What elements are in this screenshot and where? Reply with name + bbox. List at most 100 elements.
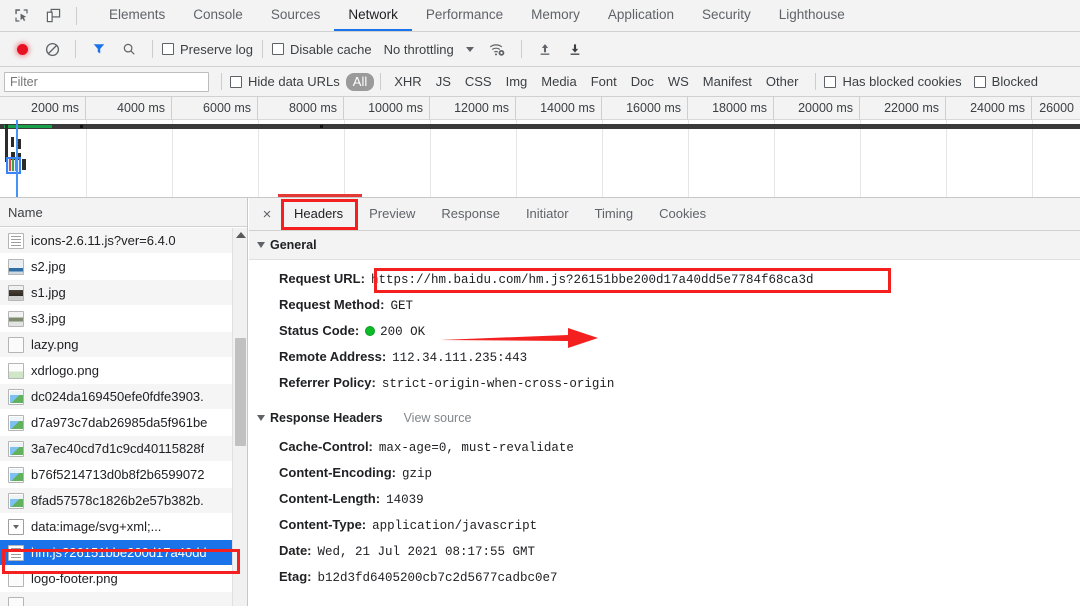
type-filter-other[interactable]: Other [759, 73, 806, 91]
search-button[interactable] [115, 36, 143, 62]
request-row[interactable]: d7a973c7dab26985da5f961be [0, 410, 247, 436]
request-row[interactable]: 3a7ec40cd7d1c9cd40115828f [0, 436, 247, 462]
inspect-element-icon[interactable] [8, 3, 34, 29]
type-filter-ws[interactable]: WS [661, 73, 696, 91]
requests-column-header[interactable]: Name [0, 198, 247, 227]
request-name: data:image/svg+xml;... [31, 519, 162, 534]
triangle-down-icon[interactable] [257, 415, 265, 421]
type-filter-img[interactable]: Img [499, 73, 535, 91]
entry-value: 200 OK [380, 324, 426, 339]
overview-playhead[interactable] [16, 120, 18, 197]
type-filter-all[interactable]: All [345, 72, 375, 91]
request-row[interactable]: dc024da169450efe0fdfe3903. [0, 384, 247, 410]
scrollbar-thumb[interactable] [235, 338, 246, 446]
request-row[interactable]: logo-footer.png [0, 566, 247, 592]
overview-marker [320, 125, 323, 128]
import-har-button[interactable] [531, 36, 559, 62]
timeline-tick: 24000 ms [946, 97, 1032, 120]
response-headers-section-header[interactable]: Response Headers View source [249, 404, 1080, 432]
request-row[interactable] [0, 592, 247, 606]
request-name: lazy.png [31, 337, 79, 352]
request-row-selected[interactable]: hm.js?26151bbe200d17a40dd [0, 540, 247, 566]
type-filter-css[interactable]: CSS [458, 73, 499, 91]
entry-value: gzip [401, 466, 432, 481]
filter-input[interactable] [4, 71, 209, 92]
scroll-up-icon[interactable] [236, 232, 246, 238]
close-icon[interactable]: × [253, 198, 281, 230]
preserve-log-checkbox[interactable]: Preserve log [162, 42, 253, 57]
tab-sources[interactable]: Sources [257, 0, 335, 31]
has-blocked-cookies-checkbox[interactable]: Has blocked cookies [824, 74, 962, 89]
entry-value: 112.34.111.235:443 [392, 350, 528, 365]
tab-preview[interactable]: Preview [356, 198, 428, 230]
network-overview-timeline[interactable]: 2000 ms 4000 ms 6000 ms 8000 ms 10000 ms… [0, 97, 1080, 198]
device-toolbar-icon[interactable] [40, 3, 66, 29]
tab-response[interactable]: Response [428, 198, 513, 230]
preserve-log-label: Preserve log [180, 41, 253, 57]
tab-cookies[interactable]: Cookies [646, 198, 719, 230]
general-section-title: General [270, 238, 317, 252]
timeline-tick: 20000 ms [774, 97, 860, 120]
throttling-select[interactable]: No throttling [384, 42, 454, 57]
timeline-gridline [860, 120, 861, 197]
type-filter-font[interactable]: Font [584, 73, 624, 91]
image-file-icon [8, 492, 24, 509]
clear-button[interactable] [38, 36, 66, 62]
general-section-header[interactable]: General [249, 231, 1080, 260]
overview-red-marker [278, 194, 362, 197]
entry-value: 14039 [386, 492, 424, 507]
tab-headers[interactable]: Headers [281, 198, 357, 230]
blocked-requests-checkbox[interactable]: Blocked [973, 74, 1038, 89]
request-row[interactable]: s3.jpg [0, 306, 247, 332]
type-filter-manifest[interactable]: Manifest [696, 73, 759, 91]
record-button[interactable] [8, 36, 36, 62]
request-name: b76f5214713d0b8f2b6599072 [31, 467, 205, 482]
tab-network[interactable]: Network [334, 0, 412, 31]
request-row[interactable]: b76f5214713d0b8f2b6599072 [0, 462, 247, 488]
request-row[interactable]: icons-2.6.11.js?ver=6.4.0 [0, 228, 247, 254]
tab-lighthouse[interactable]: Lighthouse [765, 0, 859, 31]
request-row[interactable]: 8fad57578c1826b2e57b382b. [0, 488, 247, 514]
response-header-entry: Cache-Control: max-age=0, must-revalidat… [249, 434, 1080, 460]
entry-key: Content-Encoding: [279, 464, 396, 480]
search-icon [123, 43, 135, 55]
request-row[interactable]: xdrlogo.png [0, 358, 247, 384]
filter-toggle-button[interactable] [85, 36, 113, 62]
filter-divider-1 [221, 73, 222, 90]
tab-elements[interactable]: Elements [95, 0, 179, 31]
requests-list-scrollbar[interactable] [232, 228, 247, 606]
chevron-down-icon[interactable] [465, 46, 474, 52]
wifi-gear-icon [490, 43, 505, 56]
tab-application[interactable]: Application [594, 0, 688, 31]
tab-memory[interactable]: Memory [517, 0, 594, 31]
timeline-tick: 6000 ms [172, 97, 258, 120]
request-row[interactable]: s2.jpg [0, 254, 247, 280]
tab-security[interactable]: Security [688, 0, 765, 31]
timeline-gridline [344, 120, 345, 197]
network-conditions-button[interactable] [484, 36, 512, 62]
request-row[interactable]: data:image/svg+xml;... [0, 514, 247, 540]
tab-performance[interactable]: Performance [412, 0, 517, 31]
type-filter-xhr[interactable]: XHR [387, 73, 428, 91]
response-header-entry: Content-Encoding: gzip [249, 460, 1080, 486]
export-har-button[interactable] [561, 36, 589, 62]
triangle-down-icon[interactable] [257, 242, 265, 248]
disable-cache-checkbox[interactable]: Disable cache [271, 42, 372, 57]
view-source-link[interactable]: View source [404, 411, 472, 425]
type-filter-doc[interactable]: Doc [624, 73, 661, 91]
entry-value[interactable]: https://hm.baidu.com/hm.js?26151bbe200d1… [371, 271, 814, 289]
type-filter-js[interactable]: JS [429, 73, 458, 91]
timeline-tick: 2000 ms [0, 97, 86, 120]
request-row[interactable]: s1.jpg [0, 280, 247, 306]
tab-initiator[interactable]: Initiator [513, 198, 582, 230]
request-name: s1.jpg [31, 285, 66, 300]
request-name: logo-footer.png [31, 571, 118, 586]
collapse-icon[interactable] [8, 518, 24, 535]
hide-data-urls-checkbox[interactable]: Hide data URLs [230, 74, 340, 89]
image-file-icon [8, 414, 24, 431]
request-row[interactable]: lazy.png [0, 332, 247, 358]
response-header-entry: Etag: b12d3fd6405200cb7c2d5677cadbc0e7 [249, 564, 1080, 590]
tab-console[interactable]: Console [179, 0, 257, 31]
tab-timing[interactable]: Timing [582, 198, 647, 230]
type-filter-media[interactable]: Media [534, 73, 583, 91]
